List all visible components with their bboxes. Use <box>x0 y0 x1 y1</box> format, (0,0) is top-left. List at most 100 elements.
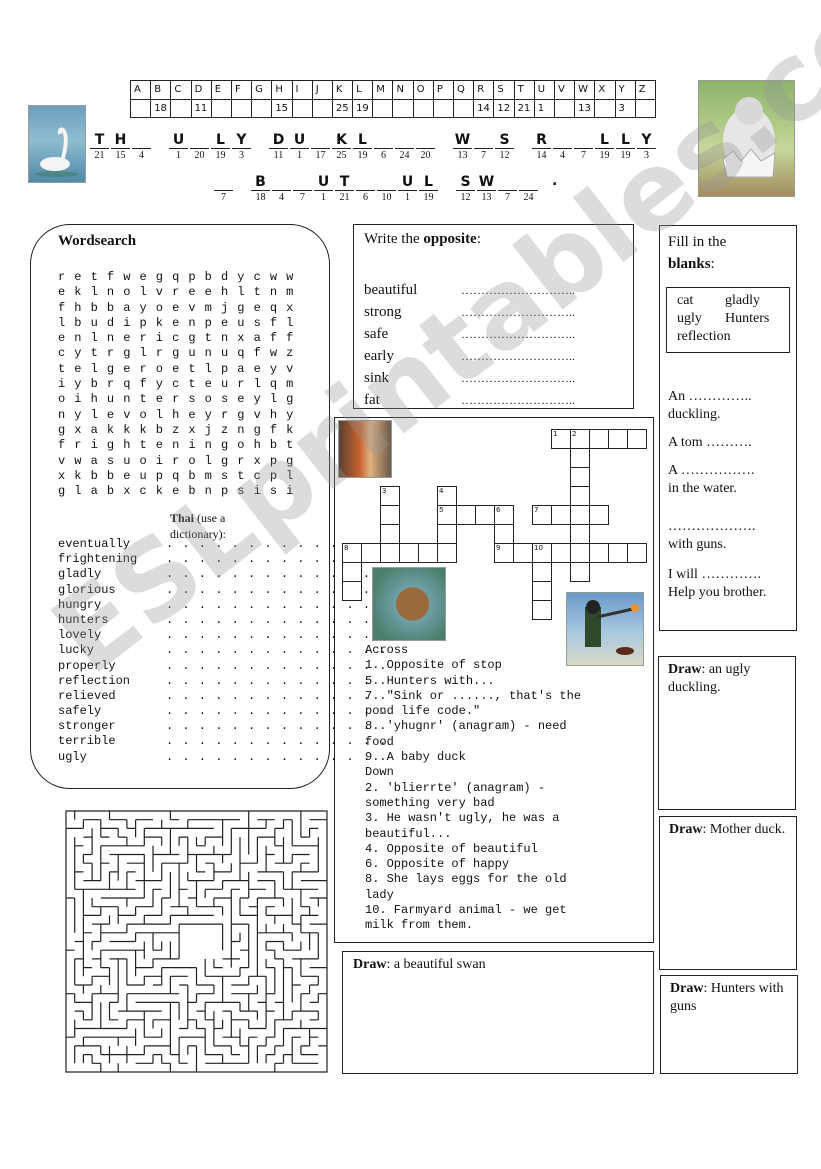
wordsearch-letter[interactable]: a <box>91 423 107 438</box>
wordsearch-letter[interactable]: e <box>172 301 188 316</box>
wordsearch-letter[interactable]: s <box>270 484 286 499</box>
wordsearch-letter[interactable]: p <box>205 316 221 331</box>
wordsearch-letter[interactable]: u <box>91 316 107 331</box>
wordsearch-letter[interactable]: l <box>91 362 107 377</box>
wordsearch-letter[interactable]: z <box>172 423 188 438</box>
wordsearch-letter[interactable]: e <box>123 362 139 377</box>
wordsearch-letter[interactable]: t <box>139 438 155 453</box>
wordsearch-letter[interactable]: q <box>237 346 253 361</box>
crossword-cell[interactable] <box>570 524 590 544</box>
wordsearch-letter[interactable]: a <box>91 454 107 469</box>
wordsearch-letter[interactable]: e <box>156 438 172 453</box>
answer-blank[interactable]: ……………………….. <box>461 371 575 386</box>
wordsearch-letter[interactable]: r <box>237 454 253 469</box>
answer-blank[interactable]: ……………………….. <box>461 283 575 298</box>
draw-hunters-box[interactable]: Draw: Hunters with guns <box>660 975 798 1074</box>
wordsearch-letter[interactable]: h <box>221 285 237 300</box>
wordsearch-letter[interactable]: r <box>172 454 188 469</box>
wordsearch-letter[interactable]: t <box>58 362 74 377</box>
wordsearch-letter[interactable]: e <box>139 270 155 285</box>
wordsearch-letter[interactable]: w <box>74 454 90 469</box>
letter-slot[interactable]: L 19 <box>616 131 635 163</box>
crossword-cell[interactable] <box>399 543 419 563</box>
wordsearch-letter[interactable]: b <box>156 423 172 438</box>
wordsearch-letter[interactable]: e <box>254 362 270 377</box>
wordsearch-letter[interactable]: z <box>286 346 302 361</box>
letter-slot[interactable]: 4 <box>553 131 572 163</box>
letter-slot[interactable]: 20 <box>190 131 209 163</box>
wordsearch-letter[interactable]: l <box>58 316 74 331</box>
wordsearch-letter[interactable]: v <box>188 301 204 316</box>
crossword-cell[interactable] <box>437 543 457 563</box>
wordsearch-letter[interactable]: h <box>123 438 139 453</box>
letter-slot[interactable]: 4 <box>132 131 151 163</box>
wordsearch-letter[interactable]: p <box>188 270 204 285</box>
wordsearch-letter[interactable]: q <box>172 469 188 484</box>
wordsearch-letter[interactable]: e <box>188 408 204 423</box>
crossword-cell[interactable] <box>608 543 628 563</box>
crossword-cell[interactable] <box>627 543 647 563</box>
wordsearch-letter[interactable]: n <box>58 408 74 423</box>
wordsearch-letter[interactable]: l <box>139 285 155 300</box>
wordsearch-letter[interactable]: y <box>205 408 221 423</box>
crossword-cell[interactable]: 10 <box>532 543 552 563</box>
wordsearch-letter[interactable]: e <box>123 469 139 484</box>
wordsearch-letter[interactable]: s <box>221 469 237 484</box>
wordsearch-letter[interactable]: f <box>286 331 302 346</box>
wordsearch-letter[interactable]: g <box>254 423 270 438</box>
letter-slot[interactable]: K 25 <box>332 131 351 163</box>
wordsearch-letter[interactable]: s <box>188 392 204 407</box>
letter-slot[interactable]: L 19 <box>419 173 438 205</box>
wordsearch-letter[interactable]: t <box>91 346 107 361</box>
wordsearch-letter[interactable]: o <box>156 301 172 316</box>
wordsearch-letter[interactable]: k <box>107 423 123 438</box>
wordsearch-letter[interactable]: b <box>107 484 123 499</box>
draw-ugly-duckling-box[interactable]: Draw: an ugly duckling. <box>658 656 796 810</box>
wordsearch-letter[interactable]: i <box>123 316 139 331</box>
wordsearch-letter[interactable]: l <box>91 285 107 300</box>
wordsearch-letter[interactable]: c <box>172 331 188 346</box>
wordsearch-letter[interactable]: i <box>74 392 90 407</box>
crossword-cell[interactable] <box>418 543 438 563</box>
wordsearch-letter[interactable]: t <box>188 362 204 377</box>
letter-slot[interactable]: U1 <box>314 173 333 205</box>
wordsearch-letter[interactable]: x <box>74 423 90 438</box>
wordsearch-letter[interactable]: r <box>107 377 123 392</box>
wordsearch-letter[interactable]: f <box>254 346 270 361</box>
wordsearch-letter[interactable]: t <box>237 469 253 484</box>
wordsearch-letter[interactable]: b <box>91 377 107 392</box>
wordsearch-letter[interactable]: e <box>58 285 74 300</box>
wordsearch-letter[interactable]: o <box>123 285 139 300</box>
wordsearch-letter[interactable]: n <box>74 331 90 346</box>
wordsearch-letter[interactable]: r <box>139 362 155 377</box>
wordsearch-letter[interactable]: e <box>123 331 139 346</box>
wordsearch-letter[interactable]: l <box>237 285 253 300</box>
wordsearch-letter[interactable]: y <box>270 362 286 377</box>
wordsearch-letter[interactable]: b <box>107 301 123 316</box>
crossword-cell[interactable] <box>532 562 552 582</box>
wordsearch-letter[interactable]: v <box>286 362 302 377</box>
wordsearch-letter[interactable]: f <box>58 438 74 453</box>
letter-slot[interactable]: L 19 <box>211 131 230 163</box>
letter-slot[interactable]: 20 <box>416 131 435 163</box>
crossword-cell[interactable] <box>627 429 647 449</box>
wordsearch-letter[interactable]: e <box>107 408 123 423</box>
wordsearch-letter[interactable]: n <box>205 346 221 361</box>
crossword-cell[interactable]: 6 <box>494 505 514 525</box>
crossword-cell[interactable]: 1 <box>551 429 571 449</box>
wordsearch-letter[interactable]: l <box>205 454 221 469</box>
wordsearch-letter[interactable]: l <box>91 331 107 346</box>
wordsearch-letter[interactable]: m <box>205 301 221 316</box>
wordsearch-letter[interactable]: g <box>188 331 204 346</box>
wordsearch-letter[interactable]: l <box>91 408 107 423</box>
wordsearch-letter[interactable]: i <box>286 484 302 499</box>
wordsearch-letter[interactable]: f <box>58 301 74 316</box>
crossword-cell[interactable] <box>608 429 628 449</box>
letter-slot[interactable]: U1 <box>398 173 417 205</box>
wordsearch-letter[interactable]: a <box>254 331 270 346</box>
crossword-cell[interactable]: 5 <box>437 505 457 525</box>
letter-slot[interactable]: 24 <box>395 131 414 163</box>
letter-slot[interactable]: 7 <box>574 131 593 163</box>
letter-slot[interactable]: 7 <box>293 173 312 205</box>
wordsearch-letter[interactable]: e <box>172 316 188 331</box>
